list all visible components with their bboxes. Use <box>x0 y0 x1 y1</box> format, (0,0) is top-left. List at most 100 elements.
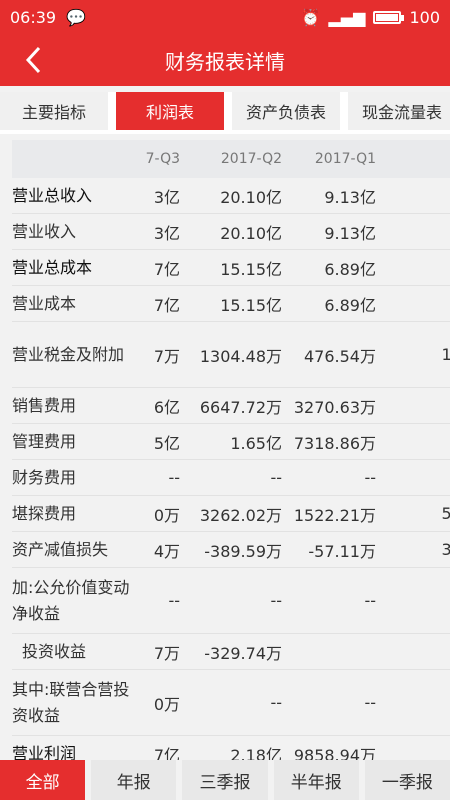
status-bar: 06:39 💬 ⏰ ▂▄▆ 100 <box>0 0 450 34</box>
back-button[interactable] <box>18 44 50 76</box>
period-header: 2017-Q2 <box>220 151 282 167</box>
page-title: 财务报表详情 <box>165 49 285 74</box>
tab-2[interactable]: 利润表 <box>116 92 224 130</box>
value-cell <box>384 388 450 423</box>
value-cell: 3亿 <box>153 223 180 243</box>
battery-icon <box>373 10 405 24</box>
table-row[interactable]: 财务费用 -- -- -- <box>12 460 450 496</box>
value-cell: 322 <box>441 540 450 559</box>
value-cell: 7亿 <box>153 745 180 761</box>
value-cell: -- <box>364 468 376 487</box>
table-row[interactable]: 加:公允价值变动净收益 -- -- -- <box>12 568 450 634</box>
row-label: 堪探费用 <box>12 503 77 523</box>
row-values: 7万 -329.74万 <box>140 634 450 669</box>
alarm-icon: ⏰ <box>300 7 321 27</box>
value-cell: 1522.21万 <box>293 505 376 525</box>
row-values: 4万 -389.59万 -57.11万 322 <box>140 532 450 567</box>
row-values: 3亿 20.10亿 9.13亿 3 <box>140 178 450 213</box>
period-header: 7-Q3 <box>145 151 180 167</box>
table-row[interactable]: 营业收入 3亿 20.10亿 9.13亿 3 <box>12 214 450 250</box>
row-label: 管理费用 <box>12 431 77 451</box>
row-values: 0万 3262.02万 1522.21万 528 <box>140 496 450 531</box>
value-cell: -329.74万 <box>204 643 282 663</box>
table-row[interactable]: 投资收益 7万 -329.74万 <box>12 634 450 670</box>
row-values: 0万 -- -- <box>140 670 450 735</box>
row-label: 投资收益 <box>22 641 87 661</box>
row-values: 6亿 6647.72万 3270.63万 <box>140 388 450 423</box>
value-cell: 7万 <box>153 346 180 366</box>
status-time: 06:39 <box>10 7 57 27</box>
value-cell: 4万 <box>153 541 180 561</box>
value-cell: 6.89亿 <box>324 259 376 279</box>
table-row[interactable]: 堪探费用 0万 3262.02万 1522.21万 528 <box>12 496 450 532</box>
period-filter-2[interactable]: 年报 <box>91 760 177 800</box>
value-cell: 2.18亿 <box>230 745 282 761</box>
table-row[interactable]: 营业利润 7亿 2.18亿 9858.94万 <box>12 736 450 761</box>
value-cell <box>384 460 450 495</box>
value-cell: 6亿 <box>153 397 180 417</box>
value-cell: 9.13亿 <box>324 223 376 243</box>
table-row[interactable]: 营业成本 7亿 15.15亿 6.89亿 2 <box>12 286 450 322</box>
row-label: 其中:联营合营投资收益 <box>12 679 130 725</box>
value-cell: -- <box>270 468 282 487</box>
value-cell: -- <box>364 591 376 610</box>
status-right: ⏰ ▂▄▆ 100 <box>301 8 440 27</box>
value-cell <box>384 670 450 735</box>
period-header: 2 <box>384 140 450 178</box>
value-cell: 0万 <box>153 694 180 714</box>
value-cell: 7万 <box>153 643 180 663</box>
table-row[interactable]: 营业总收入 3亿 20.10亿 9.13亿 3 <box>12 178 450 214</box>
tab-4[interactable]: 现金流量表 <box>348 92 450 130</box>
value-cell: 528 <box>441 504 450 523</box>
value-cell: -- <box>168 468 180 487</box>
period-header: 2017-Q1 <box>314 151 376 167</box>
statement-tabs: 主要指标 利润表 资产负债表 现金流量表 <box>0 92 450 134</box>
value-cell: 9858.94万 <box>293 745 376 761</box>
table-row[interactable]: 资产减值损失 4万 -389.59万 -57.11万 322 <box>12 532 450 568</box>
period-filter: 全部 年报 三季报 半年报 一季报 <box>0 760 450 800</box>
value-cell: -57.11万 <box>308 541 376 561</box>
value-cell: -- <box>270 693 282 712</box>
period-filter-1[interactable]: 全部 <box>0 760 86 800</box>
period-filter-4[interactable]: 半年报 <box>273 760 359 800</box>
table-row[interactable]: 销售费用 6亿 6647.72万 3270.63万 <box>12 388 450 424</box>
row-values: 5亿 1.65亿 7318.86万 <box>140 424 450 459</box>
value-cell: 198 <box>441 345 450 364</box>
row-values: 7亿 15.15亿 6.89亿 2 <box>140 286 450 321</box>
row-label: 营业利润 <box>12 743 77 761</box>
financial-table[interactable]: 7-Q32017-Q22017-Q12营业总收入3亿20.10亿9.13亿3营业… <box>12 140 450 760</box>
value-cell: 7亿 <box>153 259 180 279</box>
period-columns: 7-Q3 2017-Q2 2017-Q1 2 <box>140 140 450 178</box>
battery-fill <box>376 13 399 21</box>
table-row[interactable]: 营业税金及附加 7万 1304.48万 476.54万 198 <box>12 322 450 388</box>
value-cell <box>384 736 450 760</box>
row-values: 3亿 20.10亿 9.13亿 3 <box>140 214 450 249</box>
row-values: -- -- -- <box>140 460 450 495</box>
value-cell <box>288 634 384 669</box>
value-cell: -- <box>168 591 180 610</box>
tab-1[interactable]: 主要指标 <box>0 92 108 130</box>
table-row[interactable]: 营业总成本 7亿 15.15亿 6.89亿 2 <box>12 250 450 286</box>
period-filter-3[interactable]: 三季报 <box>182 760 268 800</box>
row-label: 营业税金及附加 <box>12 344 125 364</box>
row-label: 营业总收入 <box>12 185 93 205</box>
row-label: 财务费用 <box>12 467 77 487</box>
value-cell: 5亿 <box>153 433 180 453</box>
row-label: 加:公允价值变动净收益 <box>12 577 130 623</box>
row-values: -- -- -- <box>140 568 450 633</box>
value-cell: 476.54万 <box>304 346 376 366</box>
value-cell: -- <box>364 693 376 712</box>
period-filter-5[interactable]: 一季报 <box>364 760 450 800</box>
row-label: 销售费用 <box>12 395 77 415</box>
row-values: 7万 1304.48万 476.54万 198 <box>140 322 450 387</box>
value-cell: 1.65亿 <box>230 433 282 453</box>
tab-3[interactable]: 资产负债表 <box>232 92 340 130</box>
table-row[interactable]: 其中:联营合营投资收益 0万 -- -- <box>12 670 450 736</box>
value-cell: 6647.72万 <box>199 397 282 417</box>
row-label: 资产减值损失 <box>12 539 109 559</box>
table-row[interactable]: 管理费用 5亿 1.65亿 7318.86万 <box>12 424 450 460</box>
value-cell: 3262.02万 <box>199 505 282 525</box>
value-cell: 20.10亿 <box>220 187 282 207</box>
value-cell: 7亿 <box>153 295 180 315</box>
row-values: 7亿 15.15亿 6.89亿 2 <box>140 250 450 285</box>
